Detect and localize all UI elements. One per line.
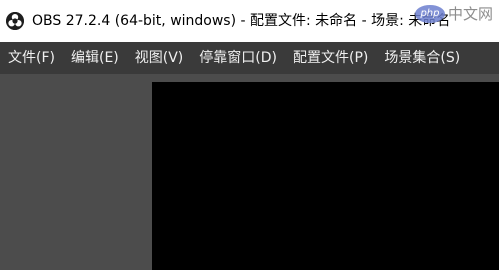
menu-file[interactable]: 文件(F)	[0, 49, 63, 67]
window-title: OBS 27.2.4 (64-bit, windows) - 配置文件: 未命名…	[32, 13, 451, 29]
watermark-text: 中文网	[447, 4, 493, 23]
obs-logo-icon	[6, 12, 24, 30]
title-bar[interactable]: OBS 27.2.4 (64-bit, windows) - 配置文件: 未命名…	[0, 0, 499, 42]
menu-edit[interactable]: 编辑(E)	[63, 49, 127, 67]
watermark: php 中文网	[414, 3, 493, 25]
menu-profile[interactable]: 配置文件(P)	[285, 49, 376, 67]
menu-bar: 文件(F) 编辑(E) 视图(V) 停靠窗口(D) 配置文件(P) 场景集合(S…	[0, 42, 499, 74]
watermark-badge: php	[414, 5, 445, 23]
preview-canvas[interactable]	[152, 82, 499, 270]
workspace	[0, 74, 499, 270]
menu-scene-collection[interactable]: 场景集合(S)	[376, 49, 468, 67]
menu-docks[interactable]: 停靠窗口(D)	[191, 49, 285, 67]
menu-view[interactable]: 视图(V)	[127, 49, 192, 67]
